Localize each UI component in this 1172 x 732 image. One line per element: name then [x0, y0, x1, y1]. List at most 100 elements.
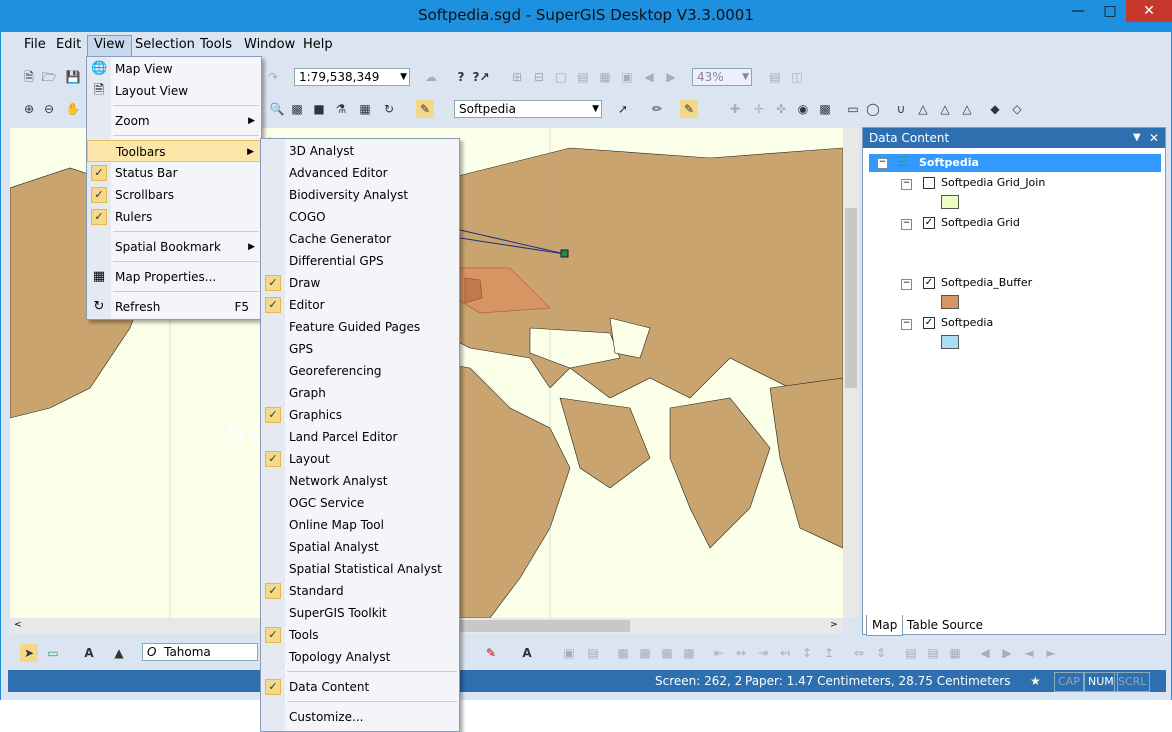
layer-symbol-swatch[interactable]	[941, 295, 959, 309]
align-right-icon[interactable]: ⇥	[754, 644, 772, 662]
select-pointer-icon[interactable]: ➤	[20, 644, 38, 662]
panel-menu-icon[interactable]: ▼	[1133, 128, 1141, 148]
toolbar-item-graph[interactable]: Graph	[261, 382, 459, 404]
toolbar-item-ogc-service[interactable]: OGC Service	[261, 492, 459, 514]
redo-icon[interactable]: ↷	[264, 68, 282, 86]
toolbar-item-differential-gps[interactable]: Differential GPS	[261, 250, 459, 272]
toolbar-item-graphics[interactable]: ✓ Graphics	[261, 404, 459, 426]
edit-tool-icon[interactable]: ➚	[614, 100, 632, 118]
toolbar-item-network-analyst[interactable]: Network Analyst	[261, 470, 459, 492]
toolbar-item-standard[interactable]: ✓ Standard	[261, 580, 459, 602]
zoom-width-icon[interactable]: ▤	[574, 68, 592, 86]
zoom-page-icon[interactable]: □	[552, 68, 570, 86]
reshape-extend-icon[interactable]: △	[958, 100, 976, 118]
menu-selection[interactable]: Selection	[129, 35, 201, 55]
toolbar-item-gps[interactable]: GPS	[261, 338, 459, 360]
align-middle-icon[interactable]: ↕	[798, 644, 816, 662]
align-top-icon[interactable]: ↤	[776, 644, 794, 662]
previous-extent-icon[interactable]: ◀	[640, 68, 658, 86]
toolbar-item-customize[interactable]: Customize...	[261, 706, 459, 728]
whats-this-icon[interactable]: ?↗	[472, 68, 490, 86]
toolbar-item-draw[interactable]: ✓ Draw	[261, 272, 459, 294]
target-layer-combo[interactable]: Softpedia ▼	[454, 100, 602, 118]
scale-combo[interactable]: 1:79,538,349 ▼	[294, 68, 410, 86]
collapse-icon[interactable]: −	[877, 158, 888, 169]
layer-visibility-checkbox[interactable]	[923, 177, 935, 189]
save-icon[interactable]: 💾	[64, 68, 82, 86]
rotate-icon[interactable]: ✜	[772, 100, 790, 118]
menu-view[interactable]: View	[87, 35, 132, 57]
select-features-icon[interactable]: ▩	[288, 100, 306, 118]
layout-zoom-combo[interactable]: 43% ▼	[692, 68, 752, 86]
menu-tools[interactable]: Tools	[194, 35, 238, 55]
send-back-icon[interactable]: ▩	[636, 644, 654, 662]
layer-symbol-swatch[interactable]	[941, 195, 959, 209]
minimize-button[interactable]: —	[1062, 0, 1094, 22]
toolbar-item-biodiversity-analyst[interactable]: Biodiversity Analyst	[261, 184, 459, 206]
bring-front-icon[interactable]: ▩	[614, 644, 632, 662]
align-center-icon[interactable]: ↔	[732, 644, 750, 662]
toolbar-item-topology-analyst[interactable]: Topology Analyst	[261, 646, 459, 668]
layer-symbol-swatch[interactable]	[941, 335, 959, 349]
zoom-out-fixed-icon[interactable]: ⊟	[530, 68, 548, 86]
focus-frame-icon[interactable]: ◫	[788, 68, 806, 86]
toggle-draft-icon[interactable]: ▤	[766, 68, 784, 86]
split-icon[interactable]: ✚	[726, 100, 744, 118]
line-color-icon[interactable]: ✎	[482, 644, 500, 662]
same-height-icon[interactable]: ▤	[924, 644, 942, 662]
menu-item-scrollbars[interactable]: ✓ Scrollbars	[87, 184, 261, 206]
layer-visibility-checkbox[interactable]: ✓	[923, 317, 935, 329]
open-icon[interactable]: 🗁	[40, 68, 58, 86]
align-bottom-icon[interactable]: ↥	[820, 644, 838, 662]
flip-v-icon[interactable]: ►	[1042, 644, 1060, 662]
menu-item-status-bar[interactable]: ✓ Status Bar	[87, 162, 261, 184]
new-icon[interactable]: 🗎	[20, 68, 38, 86]
toolbar-item-georeferencing[interactable]: Georeferencing	[261, 360, 459, 382]
move-icon[interactable]: ✛	[750, 100, 768, 118]
zoom-in-fixed-icon[interactable]: ⊞	[508, 68, 526, 86]
measure-icon[interactable]: ■	[310, 100, 328, 118]
callout-icon[interactable]: ▲	[110, 644, 128, 662]
toolbar-item-3d-analyst[interactable]: 3D Analyst	[261, 140, 459, 162]
collapse-icon[interactable]: −	[901, 279, 912, 290]
help-icon[interactable]: ?	[452, 68, 470, 86]
collapse-icon[interactable]: −	[901, 219, 912, 230]
menu-help[interactable]: Help	[297, 35, 339, 55]
tab-map[interactable]: Map	[866, 615, 904, 636]
text-icon[interactable]: A	[80, 644, 98, 662]
toolbar-item-layout[interactable]: ✓ Layout	[261, 448, 459, 470]
menu-file[interactable]: File	[18, 35, 52, 55]
menu-item-rulers[interactable]: ✓ Rulers	[87, 206, 261, 228]
union-icon[interactable]: ∪	[892, 100, 910, 118]
reshape-delete-icon[interactable]: △	[936, 100, 954, 118]
font-color-icon[interactable]: A	[518, 644, 536, 662]
align-left-icon[interactable]: ⇤	[710, 644, 728, 662]
collapse-icon[interactable]: −	[901, 319, 912, 330]
scroll-left-icon[interactable]: <	[14, 620, 22, 630]
next-extent-icon[interactable]: ▶	[662, 68, 680, 86]
menu-item-layout-view[interactable]: 🗎 Layout View	[87, 80, 261, 102]
menu-item-zoom[interactable]: Zoom ▶	[87, 110, 261, 132]
refresh-icon[interactable]: ↻	[380, 100, 398, 118]
menu-item-map-view[interactable]: 🌐 Map View	[87, 58, 261, 80]
layer-visibility-checkbox[interactable]: ✓	[923, 277, 935, 289]
panel-close-icon[interactable]: ✕	[1149, 128, 1159, 148]
circle-icon[interactable]: ◯	[864, 100, 882, 118]
menu-item-refresh[interactable]: ↻ Refresh F5	[87, 296, 261, 318]
same-width-icon[interactable]: ▤	[902, 644, 920, 662]
zoom-100-icon[interactable]: ▦	[596, 68, 614, 86]
scroll-thumb[interactable]	[845, 208, 857, 388]
editor-icon[interactable]: ✎	[416, 100, 434, 118]
toolbar-item-cogo[interactable]: COGO	[261, 206, 459, 228]
sketch-tool-icon[interactable]: ✎	[680, 100, 698, 118]
flip-h-icon[interactable]: ◄	[1020, 644, 1038, 662]
toolbar-item-feature-guided-pages[interactable]: Feature Guided Pages	[261, 316, 459, 338]
reshape-icon[interactable]: △	[914, 100, 932, 118]
font-combo[interactable]: O Tahoma	[142, 643, 258, 661]
maximize-button[interactable]: □	[1094, 0, 1126, 22]
toolbar-item-land-parcel-editor[interactable]: Land Parcel Editor	[261, 426, 459, 448]
layer-visibility-checkbox[interactable]: ✓	[923, 217, 935, 229]
distribute-v-icon[interactable]: ⇕	[872, 644, 890, 662]
menu-item-map-properties[interactable]: ▦ Map Properties...	[87, 266, 261, 288]
hyperlink-icon[interactable]: ⚗	[332, 100, 350, 118]
